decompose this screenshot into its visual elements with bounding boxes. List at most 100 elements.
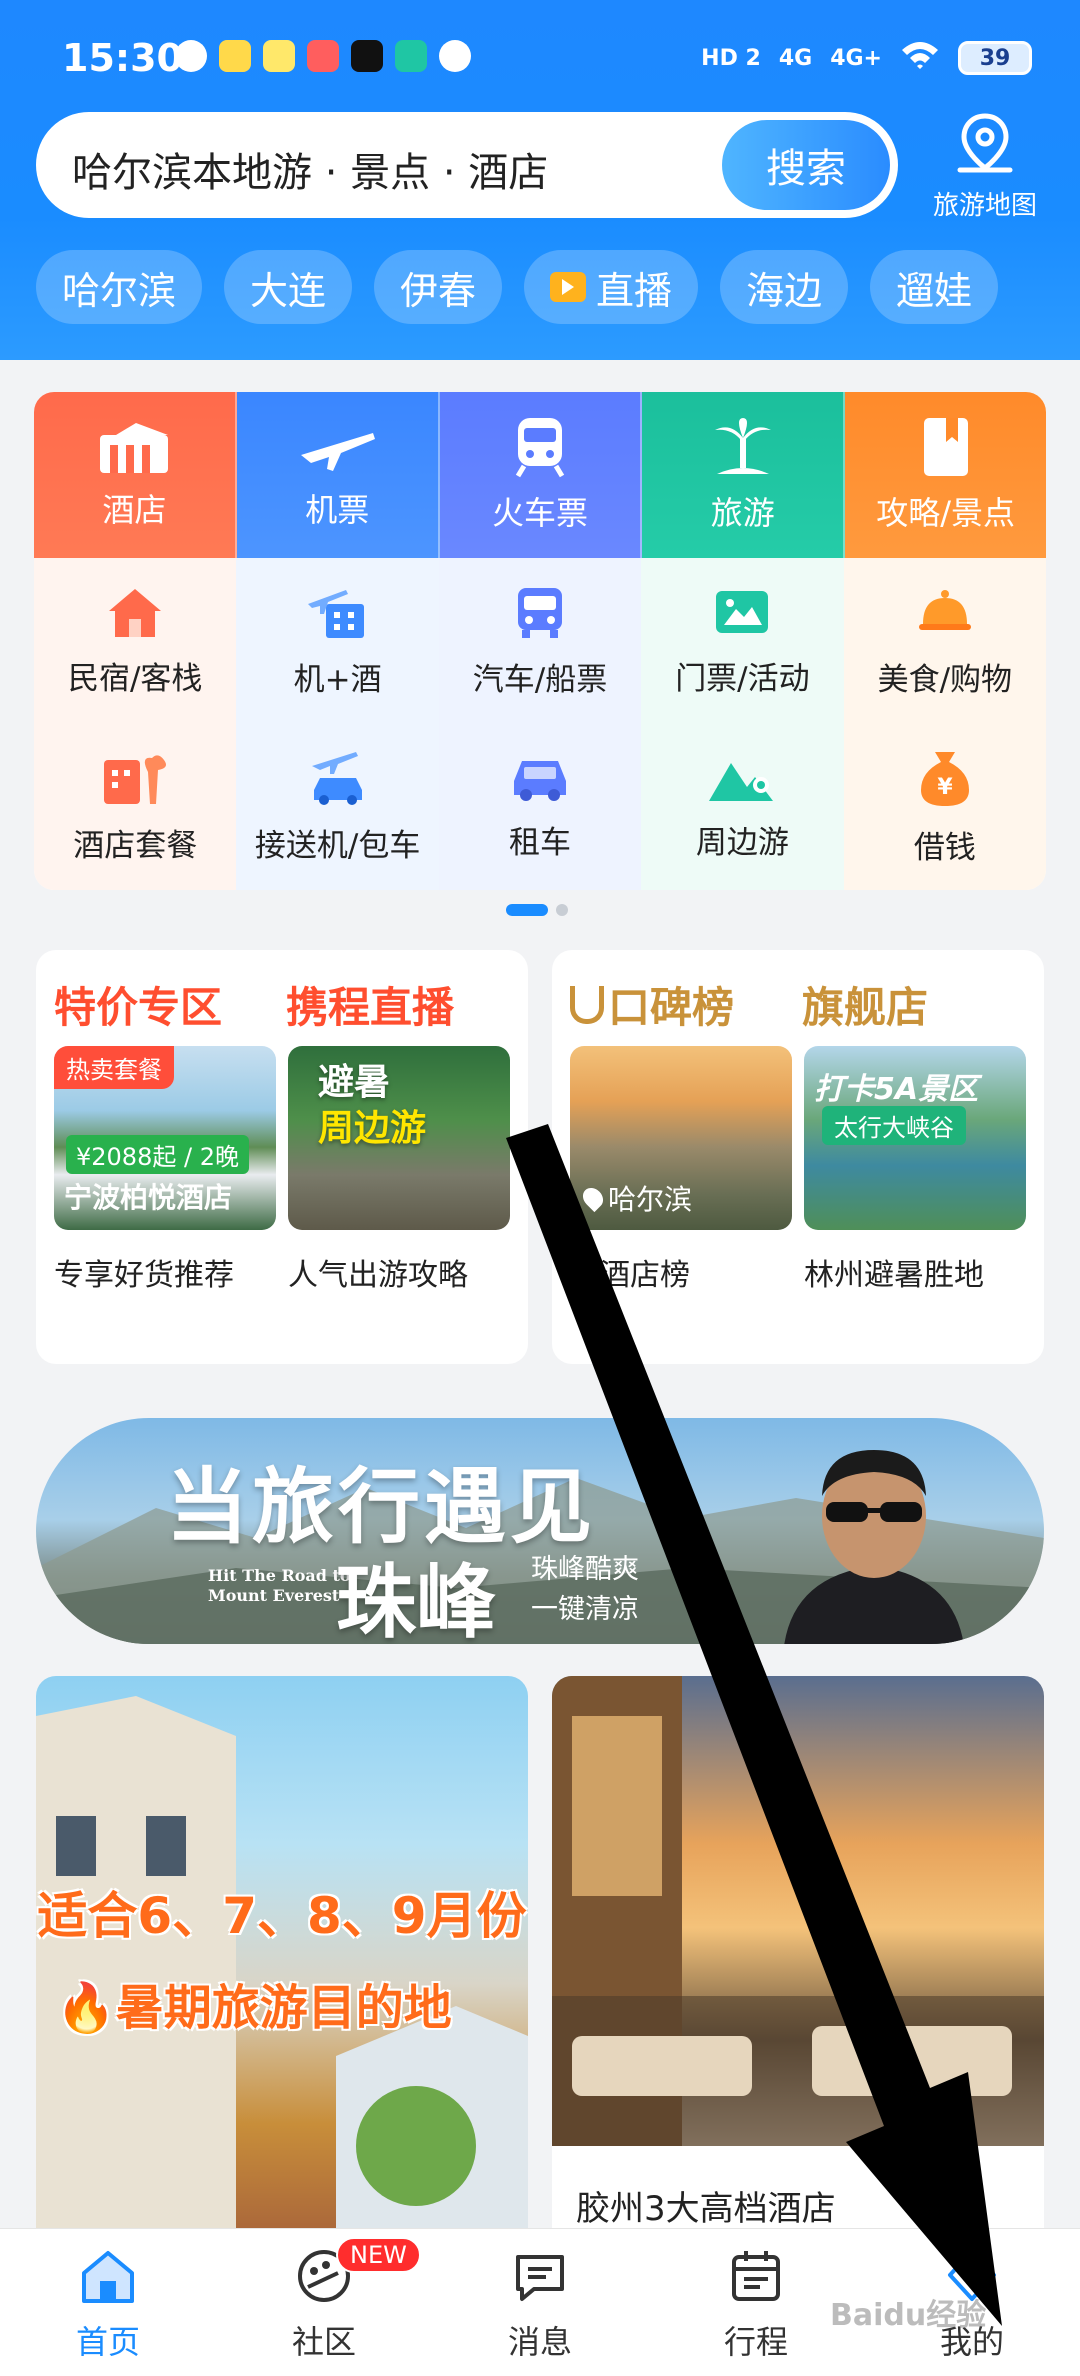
search-button[interactable]: 搜索	[722, 120, 890, 210]
travel-map-button[interactable]: 旅游地图	[915, 110, 1055, 230]
app-icon	[263, 40, 295, 72]
chat-icon	[516, 2255, 564, 2301]
tab-messages[interactable]: 消息	[432, 2229, 648, 2376]
grid-loan[interactable]: ¥ 借钱	[843, 724, 1046, 890]
grid-tour-label: 旅游	[710, 494, 775, 532]
grid-train[interactable]: 火车票	[439, 392, 643, 558]
status-bar: 15:30 HD 2 4G 4G+ 39	[0, 0, 1080, 110]
feed-right-title: 胶州3大高档酒店	[576, 2189, 836, 2229]
feed-left-text1: 适合6、7、8、9月份	[37, 1887, 527, 1945]
food-bell-icon	[918, 589, 971, 630]
svg-text:¥: ¥	[937, 775, 953, 800]
person-illustration	[784, 1450, 964, 1644]
chip-yichun[interactable]: 伊春	[374, 250, 503, 324]
tab-home[interactable]: 首页	[0, 2229, 216, 2376]
grid-airport-transfer-label: 接送机/包车	[254, 827, 421, 864]
search-input[interactable]: 哈尔滨本地游 · 景点 · 酒店	[72, 140, 548, 198]
airport-car-icon	[311, 751, 362, 805]
grid-tickets[interactable]: 门票/活动	[641, 558, 844, 724]
live-thumb-text: 避暑 周边游	[318, 1060, 426, 1152]
live-thumb-text2: 周边游	[318, 1108, 427, 1149]
feed-card-right[interactable]: 胶州3大高档酒店	[552, 1676, 1044, 2236]
town-illustration	[36, 1696, 528, 2236]
grid-hotel-package[interactable]: 酒店套餐	[34, 724, 237, 890]
grid-tour[interactable]: 旅游	[642, 392, 846, 558]
grid-train-label: 火车票	[491, 494, 588, 532]
thumb-caption: 林州避暑胜地	[804, 1258, 984, 1293]
chip-seaside[interactable]: 海边	[720, 250, 849, 324]
battery-icon: 39	[958, 41, 1032, 75]
app-icon	[307, 40, 339, 72]
grid-loan-label: 借钱	[913, 829, 976, 866]
tab-community[interactable]: 社区 NEW	[216, 2229, 432, 2376]
thumb-caption: 专享好货推荐	[54, 1258, 234, 1293]
flagship-thumbnail[interactable]: 打卡5A景区 太行大峡谷	[804, 1046, 1026, 1230]
special-offer-title[interactable]: 特价专区	[54, 974, 222, 1035]
live-thumbnail[interactable]: 避暑 周边游	[288, 1046, 510, 1230]
grid-nearby-tour[interactable]: 周边游	[641, 724, 844, 890]
thumb-caption: 景酒店榜	[570, 1258, 690, 1293]
reputation-list-title[interactable]: 口碑榜	[570, 974, 734, 1035]
everest-banner[interactable]: 当旅行遇见 Hit The Road to Mount Everest 珠峰 珠…	[36, 1418, 1044, 1644]
banner-english: Hit The Road to Mount Everest	[208, 1566, 351, 1606]
hotel-thumbnail[interactable]: 热卖套餐 ¥2088起 / 2晚 宁波柏悦酒店	[54, 1046, 276, 1230]
video-icon	[550, 272, 587, 302]
pager-dot-active	[506, 904, 548, 916]
grid-homestay[interactable]: 民宿/客栈	[34, 558, 237, 724]
chip-kids[interactable]: 遛娃	[870, 250, 999, 324]
grid-food-shopping-label: 美食/购物	[877, 661, 1013, 698]
flagship-thumb-text1: 打卡5A景区	[814, 1072, 979, 1107]
terrace-illustration	[552, 1676, 1044, 2236]
mountain-pin-icon	[709, 762, 774, 801]
ctrip-live-title[interactable]: 携程直播	[286, 974, 454, 1035]
map-pin-icon	[957, 113, 1013, 173]
banner-subtitle: 珠峰酷爽 一键清凉	[531, 1550, 639, 1630]
airplane-icon	[301, 433, 376, 471]
grid-car-rental[interactable]: 租车	[438, 724, 642, 890]
tab-community-label: 社区	[291, 2323, 356, 2361]
weibo-icon	[219, 40, 251, 72]
grid-car-rental-label: 租车	[509, 824, 572, 861]
service-grid: 酒店 机票 火车票 旅游 攻略/景点 民宿/客栈 机+酒 汽车/船票 门票/活动…	[34, 392, 1046, 890]
grid-airport-transfer[interactable]: 接送机/包车	[236, 724, 439, 890]
thumb-caption: 人气出游攻略	[288, 1258, 468, 1293]
grid-hotel-package-label: 酒店套餐	[73, 827, 198, 864]
live-thumb-text1: 避暑	[318, 1062, 391, 1103]
train-icon	[515, 418, 565, 478]
flight-hotel-icon	[307, 589, 364, 638]
home-icon	[82, 2251, 134, 2303]
ranking-thumbnail[interactable]: 哈尔滨	[570, 1046, 792, 1230]
flagship-store-title[interactable]: 旗舰店	[802, 974, 928, 1035]
grid-bus-ferry[interactable]: 汽车/船票	[438, 558, 642, 724]
chip-live[interactable]: 直播	[524, 250, 699, 324]
status-time: 15:30	[62, 36, 183, 80]
grid-flight-hotel[interactable]: 机+酒	[236, 558, 439, 724]
ticket-icon	[716, 590, 769, 633]
banner-english2: Mount Everest	[208, 1586, 340, 1605]
location-text: 哈尔滨	[608, 1183, 693, 1216]
new-badge: NEW	[336, 2237, 421, 2273]
boss-icon	[395, 40, 427, 72]
search-bar[interactable]: 哈尔滨本地游 · 景点 · 酒店 搜索	[36, 112, 898, 218]
car-icon	[514, 760, 567, 801]
wechat-icon	[175, 40, 207, 72]
chip-harbin[interactable]: 哈尔滨	[36, 250, 203, 324]
grid-hotel[interactable]: 酒店	[34, 392, 237, 558]
house-icon	[109, 588, 162, 637]
calendar-icon	[732, 2251, 780, 2301]
money-bag-icon: ¥	[920, 751, 969, 806]
grid-food-shopping[interactable]: 美食/购物	[843, 558, 1046, 724]
status-right: HD 2 4G 4G+ 39	[701, 40, 1032, 76]
feed-card-left[interactable]: 适合6、7、8、9月份 🔥暑期旅游目的地	[36, 1676, 528, 2236]
grid-flight[interactable]: 机票	[236, 392, 440, 558]
grid-guide[interactable]: 攻略/景点	[845, 392, 1046, 558]
grid-hotel-label: 酒店	[102, 491, 167, 529]
grid-bus-ferry-label: 汽车/船票	[472, 661, 608, 698]
banner-subtitle1: 珠峰酷爽	[531, 1554, 639, 1585]
tab-home-label: 首页	[75, 2323, 140, 2361]
watermark: Baidu经验	[830, 2298, 987, 2333]
travel-map-label: 旅游地图	[932, 191, 1037, 221]
notification-icons	[175, 40, 471, 72]
chip-dalian[interactable]: 大连	[224, 250, 353, 324]
banner-title2: 珠峰	[336, 1556, 496, 1644]
